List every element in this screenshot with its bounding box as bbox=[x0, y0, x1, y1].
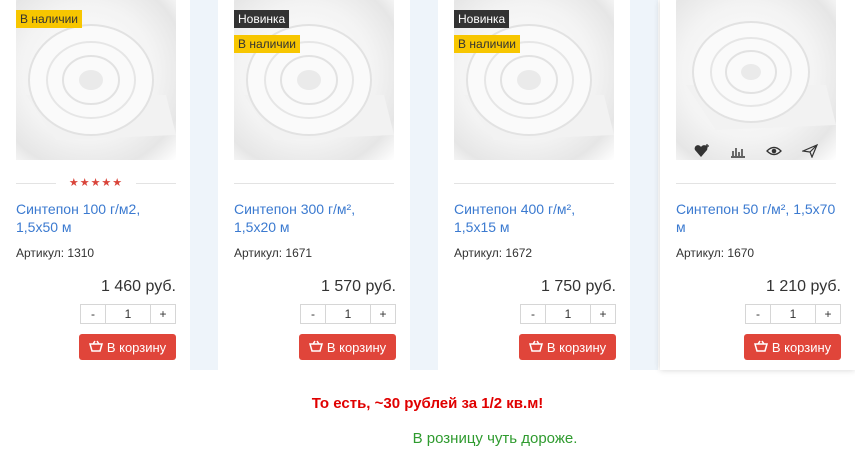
add-to-cart-label: В корзину bbox=[326, 339, 387, 355]
qty-input[interactable]: 1 bbox=[546, 305, 590, 323]
rating-stars: ★★★★★ bbox=[56, 176, 136, 190]
quantity-stepper[interactable]: - 1 + bbox=[520, 304, 616, 324]
product-price: 1 210 руб. bbox=[766, 278, 841, 295]
qty-input[interactable]: 1 bbox=[326, 305, 370, 323]
product-title-link[interactable]: Синтепон 100 г/м2, 1,5х50 м bbox=[16, 200, 181, 236]
product-image[interactable] bbox=[676, 0, 836, 160]
rating-divider bbox=[676, 183, 836, 184]
product-sku: Артикул: 1670 bbox=[676, 246, 755, 260]
in-stock-badge: В наличии bbox=[234, 35, 301, 53]
add-to-cart-button[interactable]: В корзину bbox=[299, 334, 396, 360]
product-price: 1 750 руб. bbox=[541, 278, 616, 295]
qty-minus-button[interactable]: - bbox=[301, 305, 326, 323]
quantity-stepper[interactable]: - 1 + bbox=[745, 304, 841, 324]
product-grid: В наличии ★★★★★ Синтепон 100 г/м2, 1,5х5… bbox=[0, 0, 855, 370]
qty-plus-button[interactable]: + bbox=[150, 305, 175, 323]
rating-divider bbox=[234, 183, 394, 184]
product-card[interactable]: Синтепон 50 г/м², 1,5х70 м Артикул: 1670… bbox=[660, 0, 855, 370]
add-to-cart-label: В корзину bbox=[771, 339, 832, 355]
compare-chart-icon[interactable] bbox=[730, 144, 746, 160]
basket-icon bbox=[88, 340, 103, 355]
basket-icon bbox=[528, 340, 543, 355]
qty-plus-button[interactable]: + bbox=[590, 305, 615, 323]
price-note: То есть, ~30 рублей за 1/2 кв.м! bbox=[311, 395, 544, 412]
qty-plus-button[interactable]: + bbox=[370, 305, 395, 323]
add-to-cart-label: В корзину bbox=[106, 339, 167, 355]
quantity-stepper[interactable]: - 1 + bbox=[80, 304, 176, 324]
eye-icon[interactable] bbox=[766, 144, 782, 160]
add-to-cart-button[interactable]: В корзину bbox=[744, 334, 841, 360]
grid-gap bbox=[190, 0, 218, 370]
send-icon[interactable] bbox=[800, 143, 819, 160]
product-sku: Артикул: 1672 bbox=[454, 246, 533, 260]
qty-minus-button[interactable]: - bbox=[81, 305, 106, 323]
grid-gap bbox=[410, 0, 438, 370]
product-sku: Артикул: 1310 bbox=[16, 246, 95, 260]
product-sku: Артикул: 1671 bbox=[234, 246, 313, 260]
product-title-link[interactable]: Синтепон 300 г/м², 1,5х20 м bbox=[234, 200, 399, 236]
add-to-cart-button[interactable]: В корзину bbox=[519, 334, 616, 360]
new-badge: Новинка bbox=[454, 10, 510, 28]
add-to-cart-button[interactable]: В корзину bbox=[79, 334, 176, 360]
in-stock-badge: В наличии bbox=[16, 10, 83, 28]
new-badge: Новинка bbox=[234, 10, 290, 28]
retail-note: В розницу чуть дороже. bbox=[412, 430, 578, 447]
product-card[interactable]: Новинка В наличии Синтепон 400 г/м², 1,5… bbox=[438, 0, 630, 370]
qty-input[interactable]: 1 bbox=[771, 305, 815, 323]
product-card[interactable]: В наличии ★★★★★ Синтепон 100 г/м2, 1,5х5… bbox=[0, 0, 190, 370]
product-price: 1 570 руб. bbox=[321, 278, 396, 295]
basket-icon bbox=[308, 340, 323, 355]
add-to-cart-label: В корзину bbox=[546, 339, 607, 355]
in-stock-badge: В наличии bbox=[454, 35, 521, 53]
qty-plus-button[interactable]: + bbox=[815, 305, 840, 323]
qty-minus-button[interactable]: - bbox=[521, 305, 546, 323]
product-title-link[interactable]: Синтепон 50 г/м², 1,5х70 м bbox=[676, 200, 841, 236]
basket-icon bbox=[753, 340, 768, 355]
product-card[interactable]: Новинка В наличии Синтепон 300 г/м², 1,5… bbox=[218, 0, 410, 370]
qty-input[interactable]: 1 bbox=[106, 305, 150, 323]
heart-plus-icon[interactable] bbox=[694, 144, 710, 160]
product-title-link[interactable]: Синтепон 400 г/м², 1,5х15 м bbox=[454, 200, 619, 236]
product-price: 1 460 руб. bbox=[101, 278, 176, 295]
grid-gap bbox=[630, 0, 658, 370]
product-actions bbox=[676, 143, 836, 160]
rating-divider bbox=[454, 183, 614, 184]
quantity-stepper[interactable]: - 1 + bbox=[300, 304, 396, 324]
qty-minus-button[interactable]: - bbox=[746, 305, 771, 323]
